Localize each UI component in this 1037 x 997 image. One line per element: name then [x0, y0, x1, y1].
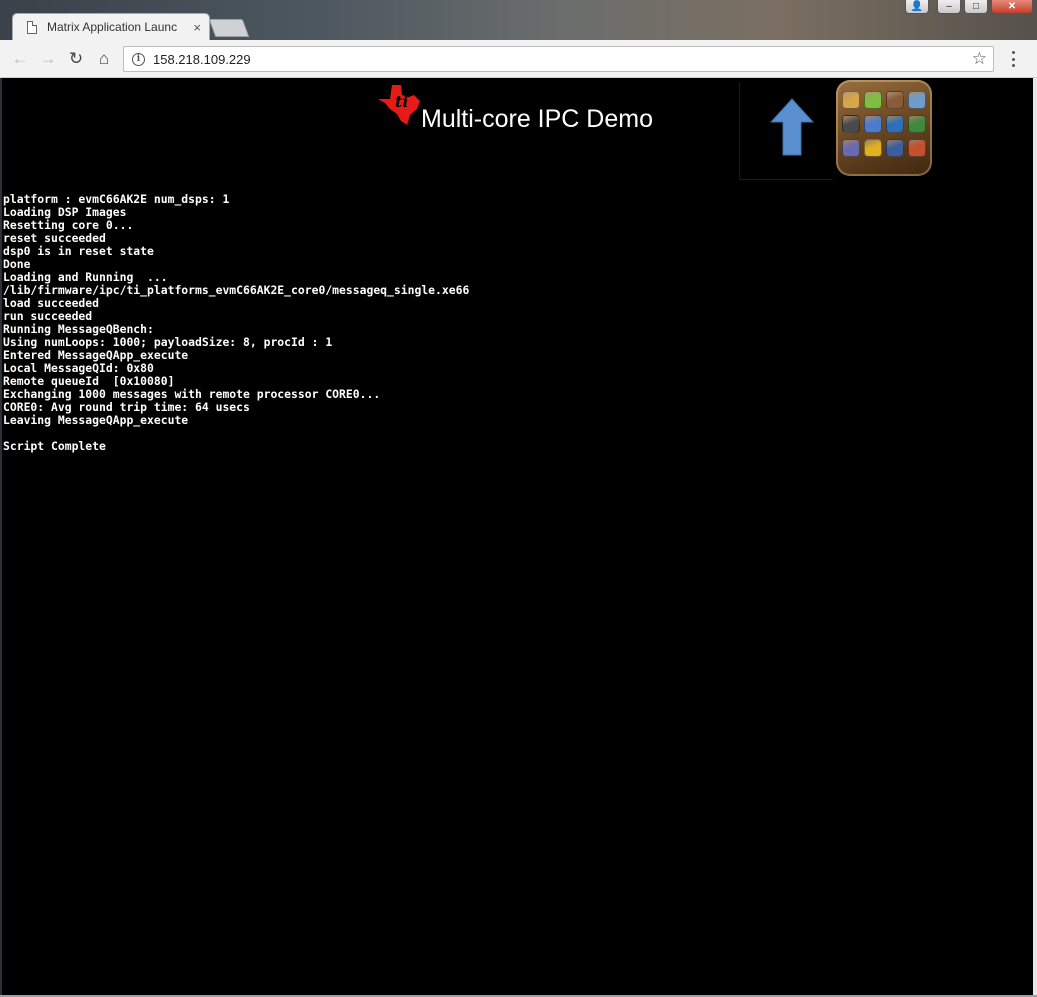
new-tab-button[interactable] [208, 19, 250, 37]
close-window-button[interactable]: ✕ [991, 0, 1033, 14]
window-titlebar: Matrix Application Launc × 👤 – □ ✕ [0, 0, 1037, 40]
page-title: Multi-core IPC Demo [421, 105, 653, 133]
browser-toolbar: ← → ↻ ⌂ i 158.218.109.229 ☆ [0, 40, 1037, 78]
launcher-app-tile [886, 115, 904, 133]
site-info-icon[interactable]: i [132, 52, 145, 66]
url-text[interactable]: 158.218.109.229 [153, 52, 251, 67]
address-bar[interactable]: i 158.218.109.229 ☆ [123, 46, 994, 72]
minimize-button[interactable]: – [937, 0, 961, 14]
launcher-app-tile [842, 115, 860, 133]
console-line: Leaving MessageQApp_execute [3, 413, 189, 427]
tab-title: Matrix Application Launc [47, 20, 178, 34]
forward-button[interactable]: → [38, 49, 58, 69]
launcher-app-tile [842, 91, 860, 109]
window-controls: 👤 – □ ✕ [905, 0, 1033, 14]
svg-text:ti: ti [395, 92, 408, 111]
launcher-app-tile [842, 139, 860, 157]
browser-tab[interactable]: Matrix Application Launc × [12, 13, 210, 40]
launcher-app-tile [864, 91, 882, 109]
app-launcher-icon[interactable] [836, 80, 932, 176]
launcher-app-tile [864, 115, 882, 133]
user-icon[interactable]: 👤 [905, 0, 929, 14]
tab-close-icon[interactable]: × [193, 20, 201, 35]
launcher-app-tile [864, 139, 882, 157]
launcher-app-tile [886, 139, 904, 157]
console-output: platform : evmC66AK2E num_dsps: 1 Loading… [3, 193, 469, 453]
launcher-app-tile [908, 139, 926, 157]
up-arrow-icon[interactable] [770, 98, 814, 156]
launcher-app-tile [908, 115, 926, 133]
launcher-app-tile [908, 91, 926, 109]
console-line: dsp0 is in reset state [3, 244, 154, 258]
bookmark-star-icon[interactable]: ☆ [972, 49, 987, 69]
console-line: Script Complete [3, 439, 106, 453]
texas-instruments-logo: ti [378, 85, 420, 125]
browser-menu-icon[interactable] [1005, 50, 1021, 68]
home-button[interactable]: ⌂ [94, 49, 114, 69]
maximize-button[interactable]: □ [964, 0, 988, 14]
launcher-app-tile [886, 91, 904, 109]
reload-button[interactable]: ↻ [66, 49, 86, 69]
page-icon [27, 20, 37, 34]
back-button[interactable]: ← [10, 49, 30, 69]
page-viewport: ti Multi-core IPC Demo platform : evmC66… [2, 78, 1033, 995]
scrollbar[interactable] [1033, 78, 1037, 995]
